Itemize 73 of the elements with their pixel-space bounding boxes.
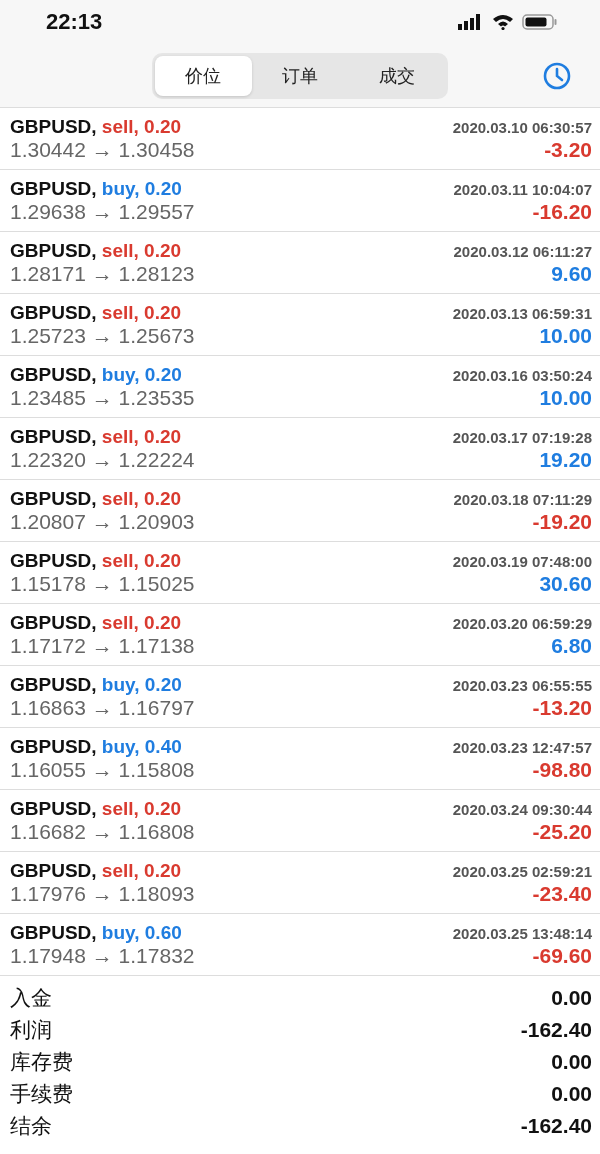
trade-profit: 10.00 bbox=[539, 323, 592, 348]
trade-profit: 10.00 bbox=[539, 385, 592, 410]
summary-value: 0.00 bbox=[551, 986, 592, 1010]
trade-title: GBPUSD, sell, 0.20 bbox=[10, 611, 182, 634]
trade-time: 2020.03.13 06:59:31 bbox=[452, 304, 592, 322]
trade-prices: 1.29638 → 1.29557 bbox=[10, 199, 195, 224]
summary-label: 利润 bbox=[10, 1017, 52, 1044]
trade-title: GBPUSD, sell, 0.20 bbox=[10, 301, 182, 324]
trade-title: GBPUSD, buy, 0.40 bbox=[10, 735, 182, 758]
trade-profit: -19.20 bbox=[532, 509, 592, 534]
trade-prices: 1.17172 → 1.17138 bbox=[10, 633, 195, 658]
trade-profit: 30.60 bbox=[539, 571, 592, 596]
trade-prices: 1.20807 → 1.20903 bbox=[10, 509, 195, 534]
trade-time: 2020.03.12 06:11:27 bbox=[453, 242, 592, 260]
trade-profit: -25.20 bbox=[532, 819, 592, 844]
trade-time: 2020.03.25 13:48:14 bbox=[452, 924, 592, 942]
trade-profit: -3.20 bbox=[544, 137, 592, 162]
summary-value: -162.40 bbox=[520, 1114, 592, 1138]
trade-title: GBPUSD, sell, 0.20 bbox=[10, 797, 182, 820]
trade-title: GBPUSD, sell, 0.20 bbox=[10, 549, 182, 572]
trade-profit: 9.60 bbox=[551, 261, 592, 286]
trade-profit: 6.80 bbox=[551, 633, 592, 658]
tab[interactable]: 价位 bbox=[155, 55, 252, 96]
trade-profit: -69.60 bbox=[532, 943, 592, 968]
trade-title: GBPUSD, buy, 0.60 bbox=[10, 921, 182, 944]
tab[interactable]: 成交 bbox=[348, 55, 445, 96]
summary-value: 0.00 bbox=[551, 1050, 592, 1074]
trade-time: 2020.03.10 06:30:57 bbox=[452, 118, 592, 136]
trade-profit: -16.20 bbox=[532, 199, 592, 224]
trade-prices: 1.17976 → 1.18093 bbox=[10, 881, 195, 906]
trade-title: GBPUSD, sell, 0.20 bbox=[10, 239, 182, 262]
trade-title: GBPUSD, buy, 0.20 bbox=[10, 673, 182, 696]
summary-value: 0.00 bbox=[551, 1082, 592, 1106]
trade-prices: 1.28171 → 1.28123 bbox=[10, 261, 195, 286]
trade-profit: -13.20 bbox=[532, 695, 592, 720]
trade-profit: -23.40 bbox=[532, 881, 592, 906]
trade-title: GBPUSD, sell, 0.20 bbox=[10, 115, 182, 138]
battery-icon bbox=[522, 14, 558, 30]
trade-prices: 1.25723 → 1.25673 bbox=[10, 323, 195, 348]
trade-title: GBPUSD, sell, 0.20 bbox=[10, 487, 182, 510]
trade-prices: 1.16055 → 1.15808 bbox=[10, 757, 195, 782]
summary-label: 库存费 bbox=[10, 1049, 73, 1076]
trade-time: 2020.03.20 06:59:29 bbox=[452, 614, 592, 632]
trade-time: 2020.03.19 07:48:00 bbox=[452, 552, 592, 570]
status-time: 22:13 bbox=[46, 9, 103, 35]
summary-label: 入金 bbox=[10, 985, 52, 1012]
trade-prices: 1.30442 → 1.30458 bbox=[10, 137, 195, 162]
trade-title: GBPUSD, sell, 0.20 bbox=[10, 859, 182, 882]
trade-time: 2020.03.17 07:19:28 bbox=[452, 428, 592, 446]
trade-time: 2020.03.23 12:47:57 bbox=[452, 738, 592, 756]
trade-time: 2020.03.23 06:55:55 bbox=[452, 676, 592, 694]
trade-prices: 1.17948 → 1.17832 bbox=[10, 943, 195, 968]
wifi-icon bbox=[492, 14, 514, 30]
trade-profit: -98.80 bbox=[532, 757, 592, 782]
summary-value: -162.40 bbox=[520, 1018, 592, 1042]
trade-prices: 1.23485 → 1.23535 bbox=[10, 385, 195, 410]
trade-prices: 1.16863 → 1.16797 bbox=[10, 695, 195, 720]
trade-title: GBPUSD, buy, 0.20 bbox=[10, 177, 182, 200]
trade-time: 2020.03.25 02:59:21 bbox=[452, 862, 592, 880]
trade-prices: 1.15178 → 1.15025 bbox=[10, 571, 195, 596]
trade-title: GBPUSD, sell, 0.20 bbox=[10, 425, 182, 448]
trade-title: GBPUSD, buy, 0.20 bbox=[10, 363, 182, 386]
trade-prices: 1.22320 → 1.22224 bbox=[10, 447, 195, 472]
trade-time: 2020.03.11 10:04:07 bbox=[453, 180, 592, 198]
tab[interactable]: 订单 bbox=[251, 55, 349, 96]
summary-label: 手续费 bbox=[10, 1081, 73, 1108]
trade-time: 2020.03.24 09:30:44 bbox=[452, 800, 592, 818]
trade-time: 2020.03.16 03:50:24 bbox=[452, 366, 592, 384]
summary-label: 结余 bbox=[10, 1113, 52, 1140]
trade-prices: 1.16682 → 1.16808 bbox=[10, 819, 195, 844]
trade-time: 2020.03.18 07:11:29 bbox=[453, 490, 592, 508]
clock-icon[interactable] bbox=[542, 61, 572, 91]
trade-profit: 19.20 bbox=[539, 447, 592, 472]
